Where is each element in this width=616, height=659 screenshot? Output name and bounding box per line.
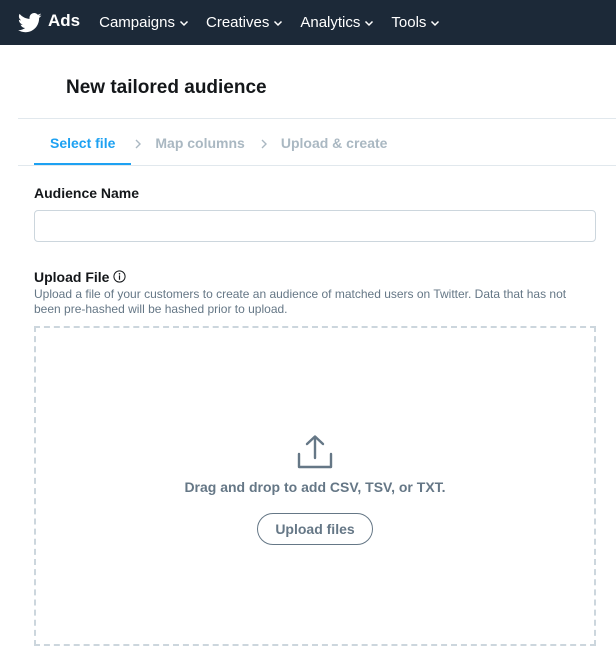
nav-creatives[interactable]: Creatives — [206, 14, 283, 31]
header-divider — [18, 118, 616, 119]
wizard-stepper: Select file Map columns Upload & create — [34, 125, 387, 165]
upload-icon — [296, 434, 334, 470]
step-select-file[interactable]: Select file — [34, 125, 132, 165]
dropzone-instructions: Drag and drop to add CSV, TSV, or TXT. — [184, 479, 446, 495]
chevron-right-icon — [259, 138, 269, 150]
chevron-down-icon — [273, 18, 283, 28]
audience-name-input[interactable] — [34, 210, 596, 242]
ads-home-link[interactable]: Ads — [18, 10, 81, 33]
upload-file-heading: Upload File — [34, 269, 127, 285]
upload-files-button[interactable]: Upload files — [257, 513, 373, 545]
nav-creatives-label: Creatives — [206, 14, 270, 31]
nav-campaigns[interactable]: Campaigns — [99, 14, 189, 31]
chevron-right-icon — [133, 138, 143, 150]
twitter-bird-icon — [18, 12, 42, 33]
step-map-columns[interactable]: Map columns — [155, 125, 244, 165]
nav-analytics-label: Analytics — [300, 14, 361, 31]
nav-campaigns-label: Campaigns — [99, 14, 175, 31]
nav-tools[interactable]: Tools — [391, 14, 440, 31]
nav-tools-label: Tools — [391, 14, 427, 31]
audience-name-label: Audience Name — [34, 185, 140, 201]
upload-help-text: Upload a file of your customers to creat… — [34, 287, 567, 316]
top-nav-bar: Ads Campaigns Creatives Analytics Tools — [0, 0, 616, 45]
chevron-down-icon — [364, 18, 374, 28]
nav-analytics[interactable]: Analytics — [300, 14, 374, 31]
info-icon[interactable] — [113, 270, 127, 283]
chevron-down-icon — [430, 18, 440, 28]
main-nav: Campaigns Creatives Analytics Tools — [99, 14, 457, 31]
step-upload-create[interactable]: Upload & create — [281, 125, 388, 165]
page-title: New tailored audience — [66, 77, 267, 98]
brand-text: Ads — [48, 10, 81, 30]
upload-file-label: Upload File — [34, 269, 110, 285]
stepper-divider — [18, 165, 616, 166]
chevron-down-icon — [179, 18, 189, 28]
